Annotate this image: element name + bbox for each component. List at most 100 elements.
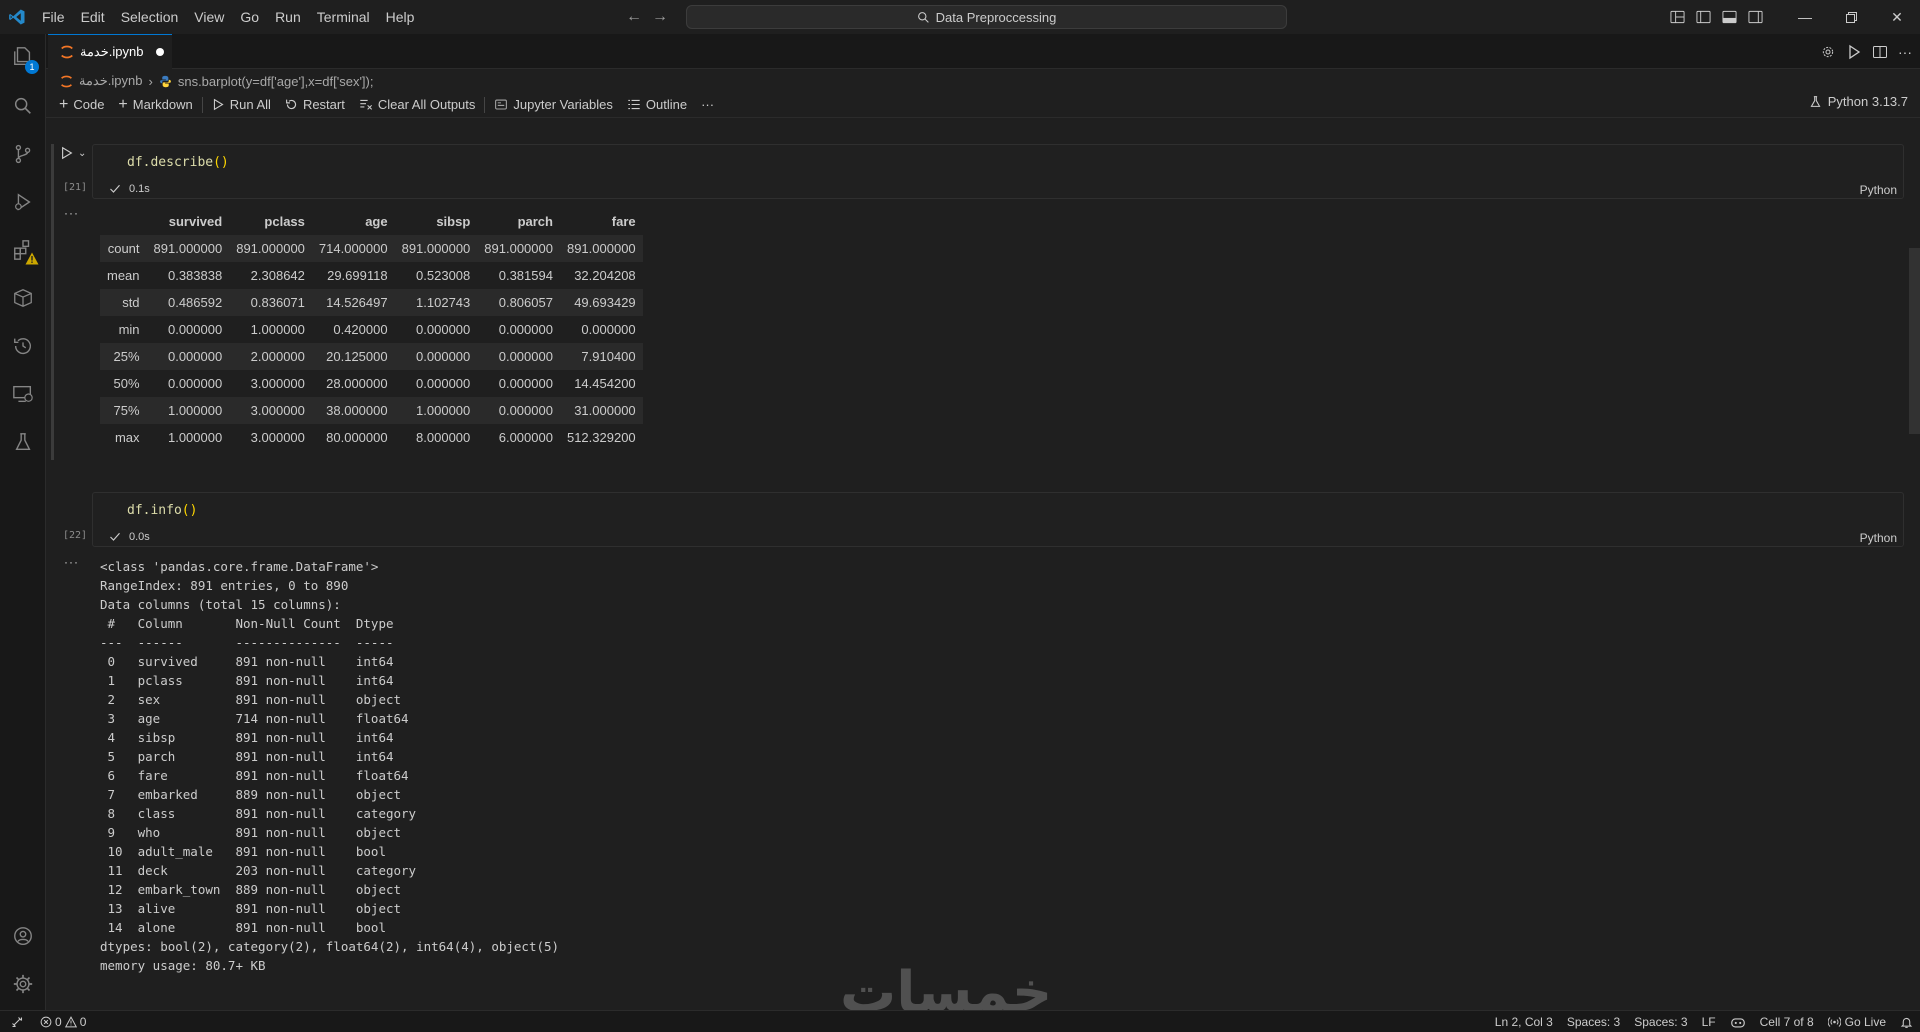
forward-arrow-icon[interactable]: → <box>652 8 668 26</box>
navigation-arrows: ← → <box>626 0 668 34</box>
vertical-scrollbar[interactable] <box>1909 248 1920 434</box>
editor-tab-bar: خدمة.ipynb ··· <box>46 34 1920 69</box>
copilot-icon[interactable] <box>1723 1011 1753 1032</box>
table-cell: 3.000000 <box>250 403 305 418</box>
packages-icon[interactable] <box>0 278 46 318</box>
more-actions-icon[interactable]: ··· <box>1898 44 1912 60</box>
toggle-secondary-sidebar-icon[interactable] <box>1742 0 1768 34</box>
clear-all-outputs-button[interactable]: Clear All Outputs <box>352 94 483 116</box>
plus-icon: + <box>118 95 128 113</box>
end-of-line[interactable]: LF <box>1695 1011 1723 1032</box>
search-icon[interactable] <box>0 86 46 126</box>
tab-notebook[interactable]: خدمة.ipynb <box>48 34 172 69</box>
cell-code[interactable]: df.info() <box>127 503 197 518</box>
cell-language[interactable]: Python <box>1860 183 1897 197</box>
cell-code[interactable]: df.describe() <box>127 155 229 170</box>
output-more-icon[interactable]: ··· <box>64 555 79 569</box>
table-header-row: survived pclass age sibsp parch fare <box>100 208 643 235</box>
table-header: parch <box>517 214 553 229</box>
remote-indicator-icon[interactable] <box>0 1011 34 1032</box>
table-cell: 14.526497 <box>326 295 388 310</box>
menu-terminal[interactable]: Terminal <box>309 0 378 34</box>
broadcast-icon <box>1827 1017 1841 1027</box>
add-code-cell-button[interactable]: + Code <box>52 94 111 116</box>
cursor-position[interactable]: Ln 2, Col 3 <box>1488 1011 1560 1032</box>
extensions-icon[interactable] <box>0 230 46 270</box>
run-file-icon[interactable] <box>1846 44 1862 60</box>
output-line: 10 adult_male 891 non-null bool <box>100 844 417 859</box>
menu-go[interactable]: Go <box>232 0 267 34</box>
output-line: dtypes: bool(2), category(2), float64(2)… <box>100 939 560 954</box>
customize-layout-icon[interactable] <box>1664 0 1690 34</box>
breadcrumb-file[interactable]: خدمة.ipynb <box>79 73 143 89</box>
indentation-secondary[interactable]: Spaces: 3 <box>1627 1011 1694 1032</box>
close-icon[interactable]: ✕ <box>1874 0 1920 34</box>
testing-icon[interactable] <box>0 422 46 462</box>
split-editor-icon[interactable] <box>1872 44 1888 60</box>
run-debug-icon[interactable] <box>0 182 46 222</box>
source-control-icon[interactable] <box>0 134 46 174</box>
problems-indicator[interactable]: 0 0 <box>34 1015 92 1029</box>
error-count: 0 <box>55 1014 62 1029</box>
minimize-icon[interactable]: — <box>1782 0 1828 34</box>
restore-icon[interactable] <box>1828 0 1874 34</box>
jupyter-variables-button[interactable]: Jupyter Variables <box>487 94 619 116</box>
manage-gear-icon[interactable] <box>0 964 46 1004</box>
code-cell-editor[interactable]: df.describe() 0.1s Python <box>92 144 1904 199</box>
outline-button[interactable]: Outline <box>620 94 694 116</box>
toggle-panel-icon[interactable] <box>1716 0 1742 34</box>
menu-file[interactable]: File <box>34 0 73 34</box>
table-cell: 0.000000 <box>167 376 223 391</box>
menu-run[interactable]: Run <box>267 0 309 34</box>
table-header: pclass <box>264 214 305 229</box>
remote-explorer-icon[interactable] <box>0 374 46 414</box>
table-row: 75% 1.000000 3.000000 38.000000 1.000000 0.00… <box>100 397 643 424</box>
run-all-button[interactable]: Run All <box>205 94 278 116</box>
table-cell: 891.000000 <box>401 241 471 256</box>
toolbar-divider <box>201 96 203 113</box>
table-cell: 512.329200 <box>566 430 636 445</box>
cell-indicator[interactable]: Cell 7 of 8 <box>1753 1011 1821 1032</box>
table-row: 50% 0.000000 3.000000 28.000000 0.000000 0.00… <box>100 370 643 397</box>
table-cell: 0.000000 <box>416 322 471 337</box>
row-label: 25% <box>113 349 140 364</box>
go-live-button[interactable]: Go Live <box>1821 1011 1893 1032</box>
table-cell: 8.000000 <box>416 430 471 445</box>
explorer-icon[interactable]: 1 <box>0 36 46 76</box>
unsaved-dot-icon[interactable] <box>155 48 164 56</box>
table-cell: 3.000000 <box>250 376 305 391</box>
output-more-icon[interactable]: ··· <box>64 206 79 220</box>
menu-selection[interactable]: Selection <box>113 0 187 34</box>
notebook-toolbar: + Code + Markdown Run All Restart Clear … <box>46 92 1920 118</box>
chevron-down-icon[interactable]: ⌄ <box>78 148 86 159</box>
cell-language[interactable]: Python <box>1860 531 1897 545</box>
kernel-picker[interactable]: Python 3.13.7 <box>1809 94 1908 109</box>
account-icon[interactable] <box>0 916 46 956</box>
row-label: count <box>107 241 140 256</box>
restart-button[interactable]: Restart <box>278 94 352 116</box>
back-arrow-icon[interactable]: ← <box>626 8 642 26</box>
command-center-search[interactable]: Data Preproccessing <box>686 5 1287 29</box>
toggle-primary-sidebar-icon[interactable] <box>1690 0 1716 34</box>
timeline-icon[interactable] <box>0 326 46 366</box>
output-line: 11 deck 203 non-null category <box>100 863 417 878</box>
output-line: RangeIndex: 891 entries, 0 to 890 <box>100 578 349 593</box>
run-cell-button[interactable]: ⌄ <box>60 146 86 160</box>
menu-view[interactable]: View <box>186 0 232 34</box>
cell-exec-status: 0.0s <box>109 531 150 543</box>
output-line: 5 parch 891 non-null int64 <box>100 749 417 764</box>
breadcrumb-cell[interactable]: sns.barplot(y=df['age'],x=df['sex']); <box>178 74 374 89</box>
menu-edit[interactable]: Edit <box>73 0 113 34</box>
code-cell-editor[interactable]: df.info() 0.0s Python <box>92 492 1904 547</box>
notifications-bell-icon[interactable] <box>1893 1011 1920 1032</box>
toolbar-more-icon[interactable]: ··· <box>694 94 721 116</box>
add-markdown-cell-button[interactable]: + Markdown <box>111 94 199 116</box>
table-cell: 0.420000 <box>333 322 388 337</box>
activity-bar: 1 <box>0 34 46 1010</box>
settings-gear-icon[interactable] <box>1820 44 1836 60</box>
indentation[interactable]: Spaces: 3 <box>1560 1011 1627 1032</box>
jupyter-file-icon <box>61 75 72 87</box>
chevron-right-icon: › <box>148 73 153 89</box>
menu-help[interactable]: Help <box>378 0 423 34</box>
variables-icon <box>495 99 508 110</box>
